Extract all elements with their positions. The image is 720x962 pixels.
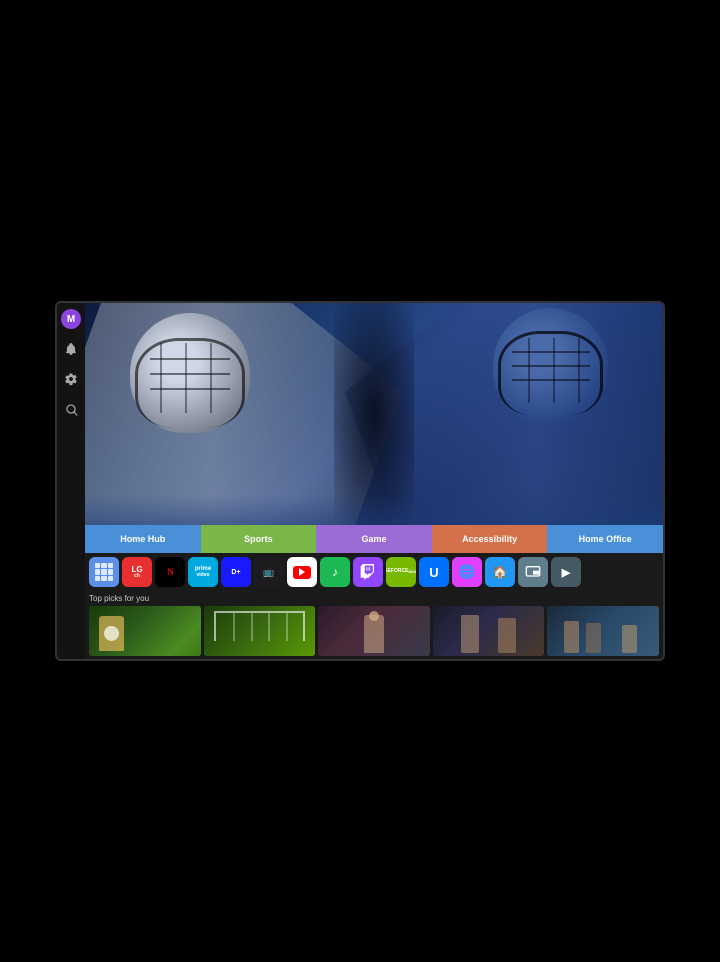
nav-tabs: Home Hub Sports Game Accessibility Home …	[85, 525, 663, 553]
gear-icon[interactable]	[61, 369, 81, 389]
tv-screen: M	[55, 301, 665, 661]
sidebar: M	[57, 303, 85, 659]
app-disney-plus[interactable]: D+	[221, 557, 251, 587]
cage-right	[498, 331, 603, 416]
bell-icon[interactable]	[61, 339, 81, 359]
app-prime-video[interactable]: prime video	[188, 557, 218, 587]
tab-home-hub[interactable]: Home Hub	[85, 525, 201, 553]
hero-banner	[85, 303, 663, 525]
thumbnail-4[interactable]	[433, 606, 545, 656]
app-youtube[interactable]	[287, 557, 317, 587]
app-spotify[interactable]: ♪	[320, 557, 350, 587]
app-more[interactable]: ▶	[551, 557, 581, 587]
cage-left	[135, 338, 245, 428]
app-geforce-now[interactable]: GEFORCENOW	[386, 557, 416, 587]
thumbnail-3[interactable]	[318, 606, 430, 656]
thumbnails-row	[89, 606, 659, 656]
recommendations-label: Top picks for you	[89, 594, 659, 603]
app-uplay[interactable]: U	[419, 557, 449, 587]
thumbnail-2[interactable]	[204, 606, 316, 656]
thumbnail-5[interactable]	[547, 606, 659, 656]
app-row: LG ch N prime video D+ 📺	[85, 553, 663, 591]
recommendations-section: Top picks for you	[85, 591, 663, 659]
tab-game[interactable]: Game	[316, 525, 432, 553]
app-browser[interactable]: 🌐	[452, 557, 482, 587]
app-netflix[interactable]: N	[155, 557, 185, 587]
tab-sports[interactable]: Sports	[201, 525, 317, 553]
tab-accessibility[interactable]: Accessibility	[432, 525, 548, 553]
app-smart-home[interactable]: 🏠	[485, 557, 515, 587]
app-pip[interactable]	[518, 557, 548, 587]
avatar-icon[interactable]: M	[61, 309, 81, 329]
app-twitch[interactable]	[353, 557, 383, 587]
app-lg-channels[interactable]: LG ch	[122, 557, 152, 587]
app-apps[interactable]	[89, 557, 119, 587]
search-icon[interactable]	[61, 399, 81, 419]
app-apple-tv[interactable]: 📺	[254, 557, 284, 587]
thumbnail-1[interactable]	[89, 606, 201, 656]
main-content: Home Hub Sports Game Accessibility Home …	[85, 303, 663, 659]
tab-home-office[interactable]: Home Office	[547, 525, 663, 553]
